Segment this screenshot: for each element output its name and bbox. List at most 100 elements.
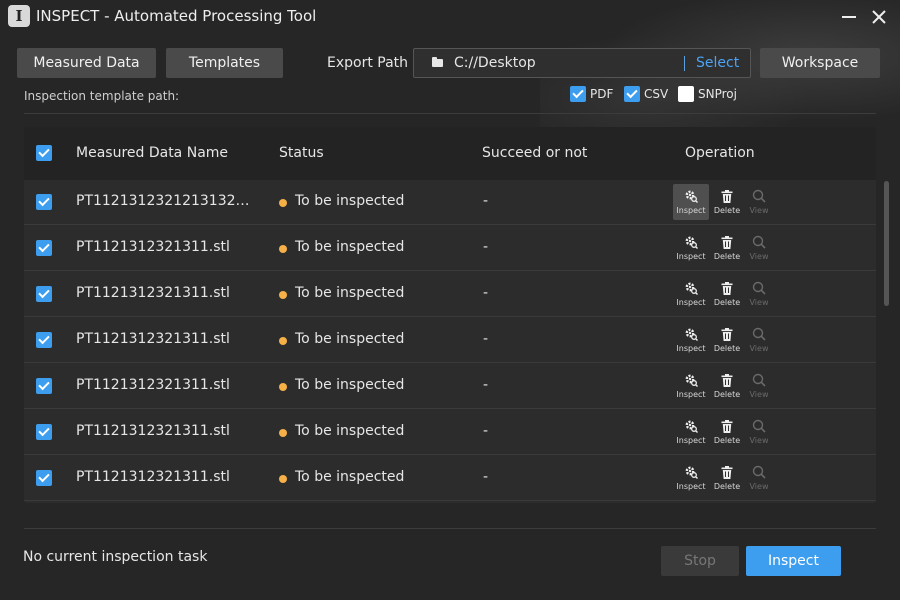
trash-icon xyxy=(720,327,734,341)
row-view-button[interactable]: View xyxy=(741,368,777,404)
stop-button[interactable]: Stop xyxy=(661,546,739,576)
magnifier-icon xyxy=(752,419,766,433)
export-path-label: Export Path xyxy=(327,55,409,71)
column-header-name: Measured Data Name xyxy=(76,145,229,161)
inspect-op-label: Inspect xyxy=(676,436,706,445)
snproj-checkbox[interactable] xyxy=(678,86,694,102)
row-inspect-button[interactable]: Inspect xyxy=(673,184,709,220)
row-delete-button[interactable]: Delete xyxy=(709,368,745,404)
trash-icon xyxy=(720,235,734,249)
row-view-button[interactable]: View xyxy=(741,230,777,266)
status-dot-icon xyxy=(279,383,287,391)
row-checkbox[interactable] xyxy=(36,286,52,302)
succeed-value: - xyxy=(483,331,489,347)
workspace-button[interactable]: Workspace xyxy=(760,48,880,78)
csv-checkbox[interactable] xyxy=(624,86,640,102)
column-header-operation: Operation xyxy=(685,145,755,161)
csv-label: CSV xyxy=(644,87,669,101)
magnifier-icon xyxy=(752,327,766,341)
row-delete-button[interactable]: Delete xyxy=(709,230,745,266)
table-row[interactable]: PT1121312321311.stl To be inspected - Inspe… xyxy=(24,318,876,363)
view-op-label: View xyxy=(749,252,769,261)
row-inspect-button[interactable]: Inspect xyxy=(673,460,709,496)
row-delete-button[interactable]: Delete xyxy=(709,414,745,450)
magnifier-icon xyxy=(752,281,766,295)
footer-divider xyxy=(24,528,876,529)
template-path-label: Inspection template path: xyxy=(24,89,180,103)
row-delete-button[interactable]: Delete xyxy=(709,460,745,496)
succeed-value: - xyxy=(483,423,489,439)
measured-data-name: PT1121312321311.stl xyxy=(76,285,230,301)
folder-icon xyxy=(432,57,443,67)
row-checkbox[interactable] xyxy=(36,378,52,394)
inspect-gear-icon xyxy=(684,235,698,249)
minimize-button[interactable] xyxy=(836,4,862,30)
table-row[interactable]: PT112131232121313213... To be inspected - I… xyxy=(24,180,876,225)
inspect-op-label: Inspect xyxy=(676,252,706,261)
delete-op-label: Delete xyxy=(713,206,741,215)
inspect-gear-icon xyxy=(684,189,698,203)
templates-button[interactable]: Templates xyxy=(166,48,283,78)
table-row[interactable]: PT1121312321311.stl To be inspected - Inspe… xyxy=(24,226,876,271)
row-checkbox[interactable] xyxy=(36,194,52,210)
window-title: INSPECT - Automated Processing Tool xyxy=(36,7,317,25)
select-path-link[interactable]: Select xyxy=(696,55,739,71)
column-header-status: Status xyxy=(279,145,324,161)
row-checkbox[interactable] xyxy=(36,240,52,256)
row-view-button[interactable]: View xyxy=(741,414,777,450)
measured-data-name: PT1121312321311.stl xyxy=(76,423,230,439)
delete-op-label: Delete xyxy=(713,344,741,353)
inspect-gear-icon xyxy=(684,281,698,295)
table-row[interactable]: PT1121312321311.stl To be inspected - Inspe… xyxy=(24,272,876,317)
table-row[interactable]: PT1121312321311.stl To be inspected - Inspe… xyxy=(24,456,876,501)
row-delete-button[interactable]: Delete xyxy=(709,322,745,358)
view-op-label: View xyxy=(749,390,769,399)
pdf-checkbox[interactable] xyxy=(570,86,586,102)
trash-icon xyxy=(720,373,734,387)
table-scrollbar[interactable] xyxy=(884,181,889,306)
inspect-op-label: Inspect xyxy=(676,298,706,307)
app-logo-icon: I xyxy=(8,5,30,27)
row-view-button[interactable]: View xyxy=(741,184,777,220)
trash-icon xyxy=(720,189,734,203)
view-op-label: View xyxy=(749,344,769,353)
status-text: To be inspected xyxy=(295,377,405,393)
status-dot-icon xyxy=(279,475,287,483)
measured-data-name: PT1121312321311.stl xyxy=(76,469,230,485)
delete-op-label: Delete xyxy=(713,436,741,445)
close-icon xyxy=(872,10,886,24)
inspection-status-text: No current inspection task xyxy=(23,549,208,565)
row-inspect-button[interactable]: Inspect xyxy=(673,230,709,266)
measured-data-table: Measured Data Name Status Succeed or not… xyxy=(24,127,876,503)
row-inspect-button[interactable]: Inspect xyxy=(673,368,709,404)
row-delete-button[interactable]: Delete xyxy=(709,184,745,220)
measured-data-name: PT1121312321311.stl xyxy=(76,331,230,347)
status-text: To be inspected xyxy=(295,239,405,255)
inspect-button[interactable]: Inspect xyxy=(746,546,841,576)
close-button[interactable] xyxy=(866,4,892,30)
table-header: Measured Data Name Status Succeed or not… xyxy=(24,127,876,180)
row-view-button[interactable]: View xyxy=(741,276,777,312)
delete-op-label: Delete xyxy=(713,298,741,307)
trash-icon xyxy=(720,465,734,479)
row-view-button[interactable]: View xyxy=(741,460,777,496)
measured-data-button[interactable]: Measured Data xyxy=(17,48,156,78)
table-row[interactable]: PT1121312321311.stl To be inspected - Inspe… xyxy=(24,410,876,455)
row-checkbox[interactable] xyxy=(36,332,52,348)
row-checkbox[interactable] xyxy=(36,424,52,440)
row-view-button[interactable]: View xyxy=(741,322,777,358)
row-inspect-button[interactable]: Inspect xyxy=(673,322,709,358)
trash-icon xyxy=(720,281,734,295)
row-delete-button[interactable]: Delete xyxy=(709,276,745,312)
select-all-checkbox[interactable] xyxy=(36,145,52,161)
succeed-value: - xyxy=(483,193,489,209)
magnifier-icon xyxy=(752,189,766,203)
export-path-field[interactable]: C://Desktop Select xyxy=(413,48,751,78)
view-op-label: View xyxy=(749,436,769,445)
title-bar: I INSPECT - Automated Processing Tool xyxy=(0,0,900,34)
view-op-label: View xyxy=(749,482,769,491)
row-inspect-button[interactable]: Inspect xyxy=(673,276,709,312)
table-row[interactable]: PT1121312321311.stl To be inspected - Inspe… xyxy=(24,364,876,409)
row-checkbox[interactable] xyxy=(36,470,52,486)
row-inspect-button[interactable]: Inspect xyxy=(673,414,709,450)
